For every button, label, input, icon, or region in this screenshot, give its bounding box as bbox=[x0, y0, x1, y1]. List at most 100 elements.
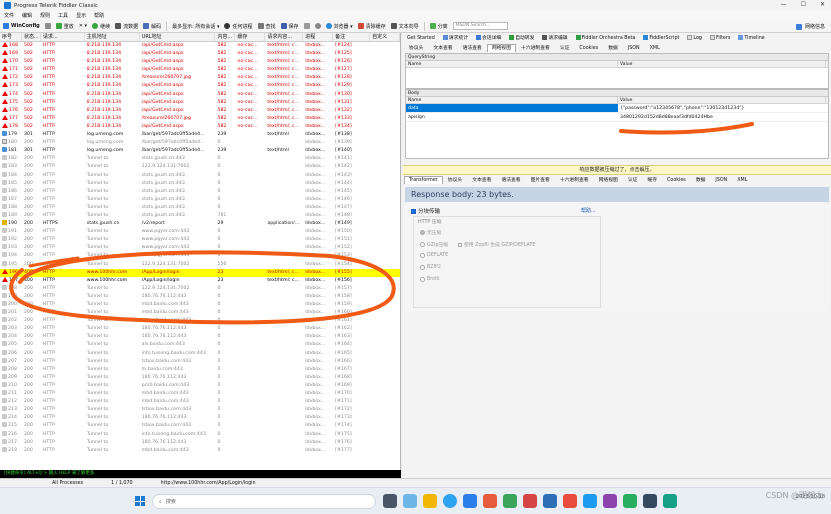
session-row[interactable]: 214 200 HTTP Tunnel to 180.76.76.112:443 0 Idv… bbox=[0, 414, 400, 422]
session-row[interactable]: 185 200 HTTP Tunnel to stats.jpush.cn:443 0 Id… bbox=[0, 179, 400, 188]
chrome-icon[interactable] bbox=[563, 494, 577, 508]
session-row[interactable]: 201 200 HTTP Tunnel to mbd.baidu.com:443 0 Idv… bbox=[0, 309, 400, 317]
tab-inspectors[interactable]: 会话详细 bbox=[474, 34, 503, 42]
response-tab-1[interactable]: 协议头 bbox=[443, 176, 467, 184]
tab-statistics[interactable]: 请求统计 bbox=[441, 34, 470, 42]
qq-icon[interactable] bbox=[583, 494, 597, 508]
session-row[interactable]: 208 200 HTTP Tunnel to m.baidu.com:443 0 Idvbo… bbox=[0, 365, 400, 374]
response-tab-8[interactable]: 缓存 bbox=[642, 176, 662, 184]
menu-tools[interactable]: 工具 bbox=[58, 12, 68, 19]
radio-button[interactable] bbox=[420, 277, 425, 282]
radio-button[interactable] bbox=[420, 265, 425, 270]
body-row[interactable]: apisign 34801292d152d8d88eaaf3dfd0424Hbe bbox=[406, 113, 828, 122]
taskbar-search-input[interactable]: ⌕ 搜索 bbox=[152, 494, 376, 509]
app-icon[interactable] bbox=[643, 494, 657, 508]
col-header-protocol[interactable]: 请求... bbox=[41, 33, 85, 41]
clear-cache-button[interactable]: 清除缓存 bbox=[357, 23, 386, 30]
col-header-url[interactable]: URL地址 bbox=[140, 33, 216, 41]
session-row[interactable]: 206 200 HTTP Tunnel to info.tuisong.baidu.co… bbox=[0, 349, 400, 358]
request-tab-6[interactable]: Cookies bbox=[574, 44, 603, 52]
menu-edit[interactable]: 编辑 bbox=[22, 12, 32, 19]
tab-filters[interactable]: Filters bbox=[708, 34, 732, 42]
help-link[interactable]: 帮助... bbox=[581, 207, 596, 214]
tab-composer[interactable]: 请求编辑 bbox=[540, 34, 569, 42]
tab-get-started[interactable]: Get Started bbox=[405, 34, 437, 42]
session-row[interactable]: 216 200 HTTP Tunnel to info.tuisong.baidu.co… bbox=[0, 430, 400, 439]
wechat-icon[interactable] bbox=[503, 494, 517, 508]
session-row[interactable]: 196 400 HTTP www.100hhr.com/App/Login/login… bbox=[0, 268, 400, 277]
col-header-comments[interactable]: 备注 bbox=[333, 33, 371, 41]
network-info-button[interactable]: 网络信息 bbox=[805, 23, 825, 30]
request-tab-3[interactable]: 网格视图 bbox=[486, 44, 517, 52]
body-value-header[interactable]: Value bbox=[618, 97, 826, 103]
col-header-content-type[interactable]: 请求内容... bbox=[265, 33, 304, 41]
body-row[interactable]: data {"password":"a12345678","phone":"13… bbox=[406, 104, 828, 113]
replay-button[interactable]: 重放 bbox=[55, 23, 74, 30]
session-row[interactable]: 203 200 HTTP Tunnel to 180.76.76.112:443 0 Idv… bbox=[0, 325, 400, 333]
session-row[interactable]: 207 200 HTTP Tunnel to tcbox.baidu.com:443 0 I… bbox=[0, 357, 400, 366]
request-tab-9[interactable]: XML bbox=[645, 44, 665, 52]
menu-help[interactable]: 帮助 bbox=[94, 12, 104, 19]
tab-autoresponder[interactable]: 自动转发 bbox=[507, 34, 536, 42]
winconfig-button[interactable]: WinConfig bbox=[3, 23, 40, 29]
decode-button[interactable]: 解码 bbox=[143, 23, 161, 30]
app-icon[interactable] bbox=[523, 494, 537, 508]
request-tab-5[interactable]: 认证 bbox=[555, 44, 575, 52]
session-row[interactable]: 202 200 HTTP Tunnel to tcbox.baidu.com:443 0 I… bbox=[0, 317, 400, 325]
session-row[interactable]: 172 502 HTTP 8.218.119.134/treasure/260707.… bbox=[0, 74, 400, 82]
querystring-name-header[interactable]: Name bbox=[406, 61, 618, 67]
session-row[interactable]: 211 200 HTTP Tunnel to mbd.baidu.com:443 0 Idv… bbox=[0, 390, 400, 398]
response-tab-3[interactable]: 语法查看 bbox=[496, 176, 525, 184]
fiddler-taskbar-icon[interactable] bbox=[543, 494, 557, 508]
menu-rules[interactable]: 规则 bbox=[40, 12, 50, 19]
querystring-value-header[interactable]: Value bbox=[618, 61, 826, 67]
tearoff-button[interactable]: 分离 bbox=[429, 23, 448, 30]
radio-deflate[interactable]: DEFLATE bbox=[420, 253, 448, 258]
col-header-result[interactable]: 状态... bbox=[22, 33, 41, 41]
quickexec-bar[interactable]: [快捷命令] ALT+Q > 输入 HELP 来了解更多 bbox=[0, 470, 401, 478]
close-button[interactable]: ✕ bbox=[820, 1, 825, 8]
radio-brotli[interactable]: Brotli bbox=[420, 277, 440, 282]
session-row[interactable]: 213 200 HTTP Tunnel to tcbox.baidu.com:443 0 I… bbox=[0, 406, 400, 414]
tab-orchestra[interactable]: Fiddler Orchestra Beta bbox=[574, 34, 638, 42]
session-row[interactable]: 171 502 HTTP 8.218.119.134/api/GetCmd.aspx 5… bbox=[0, 66, 400, 74]
radio-bzip2[interactable]: BZIP2 bbox=[420, 265, 441, 270]
session-row[interactable]: 195 200 HTTP Tunnel to 122.9.124.131:7002 156… bbox=[0, 260, 400, 269]
session-row[interactable]: 194 200 HTTP Tunnel to www.pgyer.com:443 0 Idv… bbox=[0, 252, 400, 260]
store-icon[interactable] bbox=[463, 494, 477, 508]
session-row[interactable]: 168 502 HTTP 8.218.119.134/api/GetCmd.aspx 5… bbox=[0, 42, 400, 50]
session-row[interactable]: 184 200 HTTP Tunnel to stats.jpush.cn:443 0 Id… bbox=[0, 171, 400, 180]
session-row[interactable]: 205 200 HTTP Tunnel to als.baidu.com:443 0 Idv… bbox=[0, 341, 400, 349]
request-tab-1[interactable]: 文本查看 bbox=[428, 44, 457, 52]
session-row[interactable]: 170 502 HTTP 8.218.119.134/api/GetCmd.aspx 5… bbox=[0, 58, 400, 66]
windows-start-icon[interactable] bbox=[135, 496, 145, 506]
chunked-option[interactable]: 分块传输 bbox=[411, 207, 440, 215]
session-row[interactable]: 192 200 HTTP Tunnel to www.pgyer.com:443 0 Idv… bbox=[0, 236, 400, 244]
radio-button[interactable] bbox=[420, 253, 425, 258]
session-row[interactable]: 169 502 HTTP 8.218.119.134/api/GetCmd.aspx 5… bbox=[0, 50, 400, 58]
timer-button[interactable] bbox=[314, 23, 321, 29]
session-row[interactable]: 191 200 HTTP Tunnel to www.pgyer.com:443 0 Idv… bbox=[0, 228, 400, 236]
comment-button[interactable] bbox=[44, 23, 51, 29]
col-header-custom[interactable]: 自定义 bbox=[370, 33, 400, 41]
find-button[interactable]: 查找 bbox=[257, 23, 276, 30]
request-tab-2[interactable]: 语法查看 bbox=[458, 44, 487, 52]
session-row[interactable]: 210 200 HTTP Tunnel to pcs0.baidu.com:443 0 Id… bbox=[0, 381, 400, 390]
session-row[interactable]: 199 200 HTTP Tunnel to 180.76.76.112:443 0 Idv… bbox=[0, 292, 400, 301]
zopfli-checkbox[interactable] bbox=[457, 242, 462, 247]
session-row[interactable]: 173 502 HTTP 8.218.119.134/api/GetCmd.aspx 5… bbox=[0, 82, 400, 90]
office-icon[interactable] bbox=[483, 494, 497, 508]
session-row[interactable]: 177 502 HTTP 8.218.119.134/treasure/260707.… bbox=[0, 114, 400, 123]
response-tab-9[interactable]: Cookies bbox=[662, 176, 691, 184]
session-row[interactable]: 176 502 HTTP 8.218.119.134/api/GetCmd.aspx 5… bbox=[0, 106, 400, 115]
session-row[interactable]: 174 502 HTTP 8.218.119.134/api/GetCmd.aspx 5… bbox=[0, 90, 400, 99]
session-row[interactable]: 197 400 HTTP www.100hhr.com/App/Login/login… bbox=[0, 276, 400, 285]
col-header-body[interactable]: 内容... bbox=[215, 33, 236, 41]
radio-no-compression[interactable]: 无压缩 bbox=[420, 229, 441, 236]
textwizard-button[interactable]: 文本向导 bbox=[390, 23, 419, 30]
request-tab-8[interactable]: JSON bbox=[623, 44, 645, 52]
menu-file[interactable]: 文件 bbox=[4, 12, 14, 19]
msdn-search-input[interactable]: MSDN Search... bbox=[452, 22, 508, 30]
response-tab-7[interactable]: 认证 bbox=[623, 176, 643, 184]
col-header-caching[interactable]: 缓存 bbox=[235, 33, 266, 41]
